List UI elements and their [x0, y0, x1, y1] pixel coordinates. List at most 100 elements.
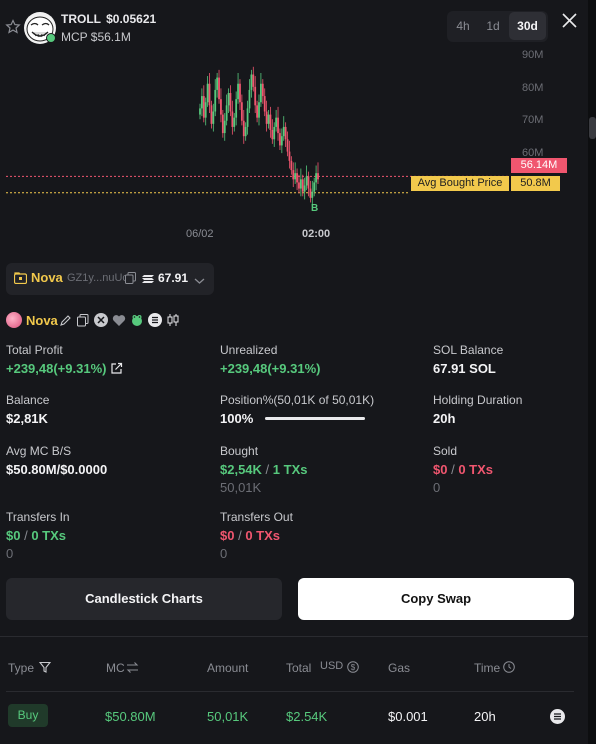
- candle-body: [227, 93, 230, 106]
- transfers-out-label: Transfers Out: [220, 510, 293, 524]
- wallet-name: Nova: [31, 270, 63, 285]
- candle-body: [204, 102, 207, 118]
- candle-body: [303, 185, 306, 192]
- col-type: Type: [8, 661, 35, 675]
- bought-amount: 50,01K: [220, 480, 262, 495]
- sold-label: Sold: [433, 444, 458, 458]
- candle-body: [233, 117, 236, 127]
- candle-body: [229, 93, 232, 112]
- candle-body: [292, 170, 295, 180]
- row-gas: $0.001: [388, 709, 428, 724]
- close-icon[interactable]: [561, 12, 578, 29]
- share-icon[interactable]: [110, 362, 123, 375]
- heart-icon[interactable]: [112, 314, 126, 327]
- candle-body: [199, 108, 201, 115]
- candle-body: [311, 191, 314, 198]
- position-label: Position%(50,01K of 50,01K): [220, 393, 375, 407]
- candle-body: [258, 102, 260, 118]
- solana-icon: [142, 273, 154, 283]
- clock-icon[interactable]: [503, 661, 515, 673]
- swap-arrows-icon[interactable]: [126, 662, 139, 673]
- holding-duration-value: 20h: [433, 411, 456, 426]
- candle-body: [265, 111, 268, 124]
- wallet-address: GZ1y...nuUo: [67, 272, 129, 284]
- col-usd: USD: [320, 660, 344, 672]
- candles-icon[interactable]: [166, 313, 180, 327]
- scrollbar-thumb[interactable]: [589, 117, 596, 139]
- transfers-out-amount: 0: [220, 546, 228, 561]
- menu-circle-icon[interactable]: [148, 313, 162, 327]
- sold-value: $0 / 0 TXs: [433, 462, 493, 477]
- row-amount: 50,01K: [207, 709, 249, 724]
- avg-bought-label-tag: Avg Bought Price: [411, 176, 509, 191]
- buy-badge: Buy: [8, 704, 48, 727]
- tab-1d[interactable]: 1d: [481, 12, 505, 40]
- transfers-out-value: $0 / 0 TXs: [220, 528, 280, 543]
- x-social-icon[interactable]: [94, 313, 108, 327]
- tab-4h[interactable]: 4h: [451, 12, 475, 40]
- table-row[interactable]: Buy $50.80M 50,01K $2.54K $0.001 20h: [0, 692, 588, 744]
- holding-duration-label: Holding Duration: [433, 393, 523, 407]
- scrollbar-track[interactable]: [588, 0, 596, 744]
- chevron-down-icon[interactable]: [194, 274, 205, 284]
- balance-value: $2,81K: [6, 411, 48, 426]
- candle-body: [273, 126, 276, 140]
- candle-body: [221, 114, 224, 134]
- avg-bought-value-tag: 50.8M: [511, 176, 560, 191]
- candle-body: [260, 83, 262, 103]
- sold-usd: $0: [433, 462, 448, 477]
- candle-body: [225, 105, 228, 121]
- transfers-in-txs: 0 TXs: [31, 528, 67, 543]
- candle-body: [248, 89, 251, 109]
- tab-30d[interactable]: 30d: [509, 12, 546, 40]
- wallet-folder-icon: [13, 272, 28, 285]
- candle-body: [220, 99, 222, 115]
- candle-body: [218, 77, 220, 100]
- frog-icon[interactable]: [130, 313, 144, 327]
- candle-body: [214, 89, 217, 112]
- candle-body: [280, 136, 283, 146]
- candle-body: [315, 173, 317, 183]
- candle-body: [252, 74, 255, 87]
- sold-separator: /: [451, 462, 455, 477]
- transfers-out-txs: 0 TXs: [245, 528, 281, 543]
- row-menu-icon[interactable]: [550, 709, 565, 724]
- dollar-circle-icon[interactable]: $: [347, 661, 359, 673]
- current-price-tag: 56.14M: [511, 158, 567, 173]
- candle-body: [294, 173, 297, 180]
- token-title: TROLL $0.05621: [61, 12, 156, 26]
- candle-body: [307, 176, 310, 189]
- filter-icon[interactable]: [38, 661, 52, 673]
- candle-body: [216, 77, 219, 90]
- candle-body: [202, 96, 205, 118]
- candle-body: [254, 86, 257, 106]
- edit-icon[interactable]: [59, 314, 72, 327]
- transfers-out-usd: $0: [220, 528, 235, 543]
- candle-body: [208, 83, 211, 106]
- mcp-label: MCP $56.1M: [61, 30, 131, 44]
- x-tick-time: 02:00: [302, 228, 331, 240]
- candlestick-charts-button[interactable]: Candlestick Charts: [6, 578, 282, 620]
- price-chart[interactable]: [0, 44, 588, 244]
- transfers-in-separator: /: [24, 528, 28, 543]
- row-mc: $50.80M: [105, 709, 156, 724]
- candle-body: [288, 151, 291, 161]
- svg-text:$: $: [351, 663, 356, 672]
- sold-amount: 0: [433, 480, 441, 495]
- favorite-star-icon[interactable]: [5, 19, 21, 35]
- x-tick-date: 06/02: [186, 228, 214, 240]
- candle-body: [246, 108, 249, 127]
- copy-address-icon[interactable]: [125, 272, 136, 284]
- transfers-out-separator: /: [238, 528, 242, 543]
- bought-usd: $2,54K: [220, 462, 262, 477]
- candle-body: [201, 96, 203, 109]
- avg-mc-label: Avg MC B/S: [6, 444, 72, 458]
- candle-body: [309, 188, 312, 198]
- candle-body: [237, 83, 239, 100]
- row-time: 20h: [474, 709, 496, 724]
- copy-swap-button[interactable]: Copy Swap: [298, 578, 574, 620]
- candle-body: [269, 114, 272, 130]
- y-tick-70m: 70M: [522, 114, 544, 126]
- copy-icon[interactable]: [77, 314, 89, 327]
- col-total: Total: [286, 661, 312, 675]
